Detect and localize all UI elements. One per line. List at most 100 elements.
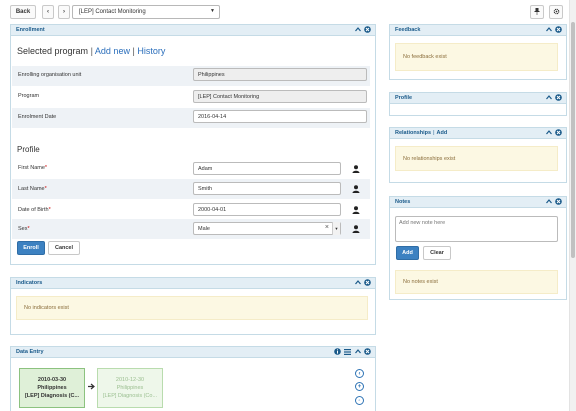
program-field: [LEP] Contact Monitoring (193, 90, 367, 103)
previous-button[interactable]: ‹ (42, 5, 54, 19)
selected-program-label: Selected program (17, 46, 89, 56)
first-name-label-text: First Name (18, 165, 45, 171)
required-mark: * (48, 207, 51, 213)
heading-separator: | (90, 46, 93, 56)
more-icon[interactable]: ◦ (355, 396, 364, 405)
next-button[interactable]: › (58, 5, 70, 19)
profile-widget-title: Profile (395, 95, 413, 101)
data-entry-title: Data Entry (16, 349, 44, 355)
settings-button[interactable] (549, 5, 563, 19)
selected-program-heading: Selected program | Add new | History (17, 46, 165, 56)
pin-icon (534, 7, 540, 17)
event-org: Philippines (116, 385, 144, 391)
close-icon[interactable] (555, 26, 562, 33)
data-entry-header: Data Entry (11, 347, 375, 358)
collapse-icon[interactable] (545, 198, 552, 205)
collapse-icon[interactable] (545, 26, 552, 33)
gear-icon (553, 8, 560, 17)
required-mark: * (44, 186, 47, 192)
person-icon[interactable] (352, 165, 360, 173)
first-name-input[interactable]: Adam (193, 162, 341, 175)
sex-select[interactable]: Male × ▼ (193, 222, 341, 235)
event-date: 2010-12-30 (115, 377, 145, 383)
close-icon[interactable] (555, 129, 562, 136)
relationships-separator: | (433, 130, 435, 136)
notes-title: Notes (395, 199, 411, 205)
event-stage: [LEP] Diagnosis (Co... (102, 393, 158, 399)
person-icon[interactable] (352, 185, 360, 193)
enrollment-title: Enrollment (16, 27, 45, 33)
dob-label: Date of Birth* (18, 207, 51, 213)
profile-widget: Profile (389, 92, 567, 116)
close-icon[interactable] (364, 279, 371, 286)
scrollbar[interactable] (569, 0, 576, 411)
notes-header: Notes (390, 197, 566, 208)
collapse-icon[interactable] (545, 129, 552, 136)
add-new-link[interactable]: Add new (95, 46, 130, 56)
enrollment-date-label: Enrolment Date (18, 114, 57, 120)
last-name-input[interactable]: Smith (193, 182, 341, 195)
event-card[interactable]: 2010-12-30 Philippines [LEP] Diagnosis (… (97, 368, 163, 408)
feedback-empty-message: No feedback exist (395, 43, 558, 71)
close-icon[interactable] (555, 94, 562, 101)
add-relationship-link[interactable]: Add (437, 130, 448, 136)
program-select[interactable]: [LEP] Contact Monitoring ▼ (72, 5, 220, 19)
relationships-title: Relationships (395, 130, 432, 136)
org-unit-label: Enrolling organisation unit (18, 72, 82, 78)
dob-label-text: Date of Birth (18, 207, 49, 213)
indicators-empty-message: No indicators exist (16, 296, 368, 320)
event-card[interactable]: 2010-03-30 Philippines [LEP] Diagnosis (… (19, 368, 85, 408)
sex-select-value: Male (198, 225, 210, 232)
heading-separator: | (132, 46, 135, 56)
event-stage: [LEP] Diagnosis (C... (24, 393, 80, 399)
event-date: 2010-03-30 (37, 377, 67, 383)
add-icon[interactable]: + (355, 382, 364, 391)
last-name-label: Last Name* (18, 186, 47, 192)
relationships-header: Relationships | Add (390, 128, 566, 139)
chevron-left-icon: ‹ (47, 9, 49, 15)
person-icon[interactable] (352, 206, 360, 214)
enroll-button[interactable]: Enroll (17, 241, 45, 255)
back-button[interactable]: Back (10, 5, 36, 19)
chevron-left-icon[interactable]: ‹ (355, 369, 364, 378)
clear-note-button[interactable]: Clear (423, 246, 451, 260)
enrollment-header: Enrollment (11, 25, 375, 36)
sex-label: Sex* (18, 226, 30, 232)
pin-button[interactable] (530, 5, 544, 19)
caret-down-icon[interactable]: ▼ (332, 222, 340, 235)
caret-down-icon: ▼ (210, 8, 215, 14)
required-mark: * (44, 165, 48, 171)
note-textarea[interactable] (395, 216, 558, 242)
profile-heading: Profile (17, 145, 40, 154)
feedback-header: Feedback (390, 25, 566, 36)
cancel-button[interactable]: Cancel (48, 241, 80, 255)
collapse-icon[interactable] (354, 279, 361, 286)
org-unit-field: Philippines (193, 68, 367, 81)
chevron-right-icon: › (63, 9, 65, 15)
scrollbar-thumb[interactable] (571, 22, 575, 258)
notes-empty-message: No notes exist (395, 270, 558, 294)
collapse-icon[interactable] (354, 26, 361, 33)
collapse-icon[interactable] (354, 348, 361, 355)
program-label: Program (18, 93, 40, 99)
enrollment-date-field[interactable]: 2016-04-14 (193, 110, 367, 123)
info-icon[interactable] (334, 348, 341, 355)
relationships-empty-message: No relationships exist (395, 146, 558, 171)
close-icon[interactable] (555, 198, 562, 205)
event-org: Philippines (37, 385, 67, 391)
last-name-label-text: Last Name (18, 186, 45, 192)
history-link[interactable]: History (137, 46, 165, 56)
collapse-icon[interactable] (545, 94, 552, 101)
person-icon[interactable] (352, 225, 360, 233)
indicators-header: Indicators (11, 278, 375, 289)
dob-input[interactable]: 2000-04-01 (193, 203, 341, 216)
add-note-button[interactable]: Add (396, 246, 419, 260)
close-icon[interactable] (364, 348, 371, 355)
close-icon[interactable] (364, 26, 371, 33)
list-icon[interactable] (344, 348, 351, 355)
first-name-label: First Name* (18, 165, 47, 171)
clear-icon[interactable]: × (325, 224, 329, 231)
indicators-title: Indicators (16, 280, 43, 286)
arrow-right-icon (88, 383, 95, 392)
feedback-title: Feedback (395, 27, 421, 33)
